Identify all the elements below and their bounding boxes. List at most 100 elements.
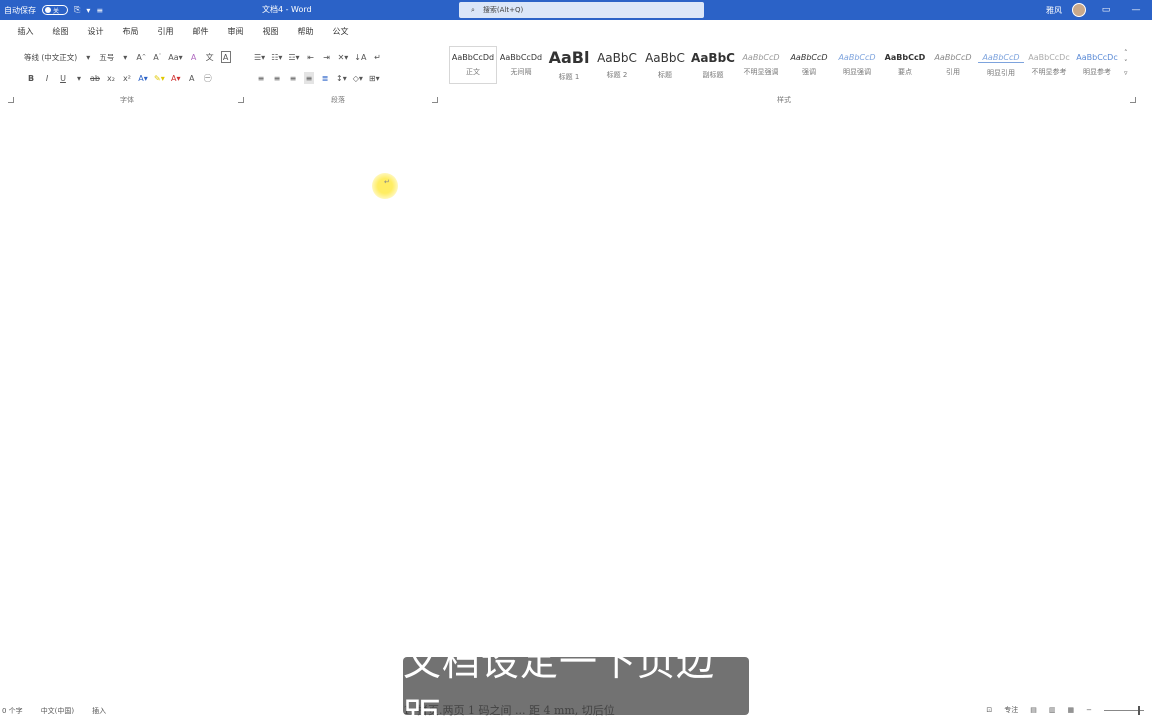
- style-normal[interactable]: AaBbCcDd 正文: [449, 46, 497, 84]
- change-case-icon[interactable]: Aa▾: [168, 51, 182, 63]
- zoom-out-icon[interactable]: −: [1086, 706, 1092, 714]
- print-layout-icon[interactable]: ▥: [1049, 706, 1056, 714]
- style-strong[interactable]: AaBbCcD 要点: [881, 46, 929, 84]
- web-layout-icon[interactable]: ▦: [1068, 706, 1075, 714]
- tab-mailings[interactable]: 邮件: [183, 22, 218, 40]
- paragraph-mark-icon: ↵: [384, 178, 390, 186]
- justify-icon[interactable]: ≡: [304, 72, 314, 84]
- clipboard-dialog-launcher-icon[interactable]: [8, 97, 14, 103]
- subscript-icon[interactable]: x₂: [106, 72, 116, 84]
- tab-official[interactable]: 公文: [323, 22, 358, 40]
- shading-icon[interactable]: ◇▾: [353, 72, 363, 84]
- tab-draw[interactable]: 绘图: [43, 22, 78, 40]
- distributed-icon[interactable]: ≣: [320, 72, 330, 84]
- insert-mode[interactable]: 插入: [92, 706, 106, 716]
- style-preview: AaBbCcD: [838, 53, 876, 62]
- style-no-spacing[interactable]: AaBbCcDd 无间隔: [497, 46, 545, 84]
- chevron-down-icon[interactable]: ▾: [83, 51, 93, 63]
- grow-font-icon[interactable]: A ^: [136, 51, 146, 63]
- zoom-slider[interactable]: [1104, 705, 1144, 715]
- chevron-down-icon[interactable]: ▾: [74, 72, 84, 84]
- style-preview: AaBbCcDc: [1076, 53, 1118, 62]
- style-label: 明显引用: [987, 68, 1015, 77]
- tab-layout[interactable]: 布局: [113, 22, 148, 40]
- char-border-icon[interactable]: A: [220, 51, 231, 63]
- styles-dialog-launcher-icon[interactable]: [1130, 97, 1136, 103]
- more-icon[interactable]: ▿: [1124, 68, 1128, 78]
- numbering-icon[interactable]: ☷▾: [271, 51, 282, 63]
- style-intense-reference[interactable]: AaBbCcDc 明显参考: [1073, 46, 1121, 84]
- borders-icon[interactable]: ⊞▾: [369, 72, 380, 84]
- bold-icon[interactable]: B: [26, 72, 36, 84]
- font-color-icon[interactable]: A▾: [171, 72, 181, 84]
- align-center-icon[interactable]: ≡: [272, 72, 282, 84]
- avatar[interactable]: [1072, 3, 1086, 17]
- styles-gallery-scroll[interactable]: ˄ ˅ ▿: [1124, 48, 1128, 78]
- zoom-slider-thumb[interactable]: [1138, 705, 1140, 715]
- user-name[interactable]: 雅风: [1046, 5, 1062, 16]
- decrease-indent-icon[interactable]: ⇤: [306, 51, 316, 63]
- tab-view[interactable]: 视图: [253, 22, 288, 40]
- increase-indent-icon[interactable]: ⇥: [322, 51, 332, 63]
- chinese-layout-icon[interactable]: ✕▾: [338, 51, 349, 63]
- italic-icon[interactable]: I: [42, 72, 52, 84]
- clear-format-icon[interactable]: A: [189, 51, 199, 63]
- char-shading-icon[interactable]: A: [187, 72, 197, 84]
- style-emphasis[interactable]: AaBbCcD 强调: [785, 46, 833, 84]
- underline-icon[interactable]: U: [58, 72, 68, 84]
- style-intense-emphasis[interactable]: AaBbCcD 明显强调: [833, 46, 881, 84]
- tab-help[interactable]: 帮助: [288, 22, 323, 40]
- phonetic-guide-icon[interactable]: 文: [205, 51, 215, 63]
- chevron-down-icon[interactable]: ˅: [1124, 58, 1128, 68]
- strikethrough-icon[interactable]: ab: [90, 72, 100, 84]
- style-intense-quote[interactable]: AaBbCcD 明显引用: [977, 46, 1025, 84]
- style-quote[interactable]: AaBbCcD 引用: [929, 46, 977, 84]
- paragraph-dialog-launcher-icon[interactable]: [432, 97, 438, 103]
- tab-design[interactable]: 设计: [78, 22, 113, 40]
- style-subtle-emphasis[interactable]: AaBbCcD 不明显强调: [737, 46, 785, 84]
- superscript-icon[interactable]: x²: [122, 72, 132, 84]
- font-dialog-launcher-icon[interactable]: [238, 97, 244, 103]
- align-left-icon[interactable]: ≡: [256, 72, 266, 84]
- customize-toolbar-icon[interactable]: ≡: [96, 6, 103, 15]
- search-icon: ⌕: [471, 5, 475, 14]
- style-heading-1[interactable]: AaBl 标题 1: [545, 46, 593, 84]
- focus-mode-label[interactable]: 专注: [1004, 705, 1018, 715]
- multilevel-list-icon[interactable]: ☲▾: [288, 51, 299, 63]
- title-bar-right: 雅风 ▭ —: [1046, 0, 1146, 20]
- autosave-toggle[interactable]: 关: [42, 5, 68, 15]
- style-preview: AaBbCcD: [790, 53, 828, 62]
- style-heading-2[interactable]: AaBbC 标题 2: [593, 46, 641, 84]
- chevron-up-icon[interactable]: ˄: [1124, 48, 1128, 58]
- minimize-icon[interactable]: —: [1126, 5, 1146, 15]
- chevron-down-icon[interactable]: ▾: [120, 51, 130, 63]
- style-subtle-reference[interactable]: AaBbCcDc 不明显参考: [1025, 46, 1073, 84]
- style-label: 强调: [802, 68, 816, 76]
- line-spacing-icon[interactable]: ↕▾: [336, 72, 347, 84]
- search-box[interactable]: ⌕ 搜索(Alt+Q): [459, 2, 704, 18]
- paragraph-mark-icon[interactable]: ↵: [372, 51, 382, 63]
- font-size-select[interactable]: 五号: [99, 52, 114, 63]
- language-indicator[interactable]: 中文(中国): [41, 706, 74, 716]
- style-title[interactable]: AaBbC 标题: [641, 46, 689, 84]
- bullets-icon[interactable]: ☰▾: [254, 51, 265, 63]
- document-canvas[interactable]: [0, 110, 1152, 700]
- ribbon-display-icon[interactable]: ▭: [1096, 5, 1116, 15]
- align-right-icon[interactable]: ≡: [288, 72, 298, 84]
- tab-insert[interactable]: 插入: [8, 22, 43, 40]
- focus-icon[interactable]: ⊡: [986, 706, 992, 714]
- sort-icon[interactable]: ↓A: [354, 51, 366, 63]
- enclose-char-icon[interactable]: ㊀: [203, 72, 213, 84]
- text-effects-icon[interactable]: A▾: [138, 72, 148, 84]
- read-mode-icon[interactable]: ▤: [1030, 706, 1037, 714]
- style-subtitle[interactable]: AaBbC 副标题: [689, 46, 737, 84]
- word-count[interactable]: 0 个字: [2, 706, 23, 716]
- status-right: ⊡ 专注 ▤ ▥ ▦ −: [986, 705, 1144, 715]
- tab-references[interactable]: 引用: [148, 22, 183, 40]
- save-icon[interactable]: ⎘: [74, 5, 80, 15]
- chevron-down-icon[interactable]: ▾: [86, 6, 90, 15]
- highlight-icon[interactable]: ✎▾: [154, 72, 165, 84]
- font-name-select[interactable]: 等线 (中文正文): [24, 52, 77, 63]
- shrink-font-icon[interactable]: Aˇ: [152, 51, 162, 63]
- tab-review[interactable]: 审阅: [218, 22, 253, 40]
